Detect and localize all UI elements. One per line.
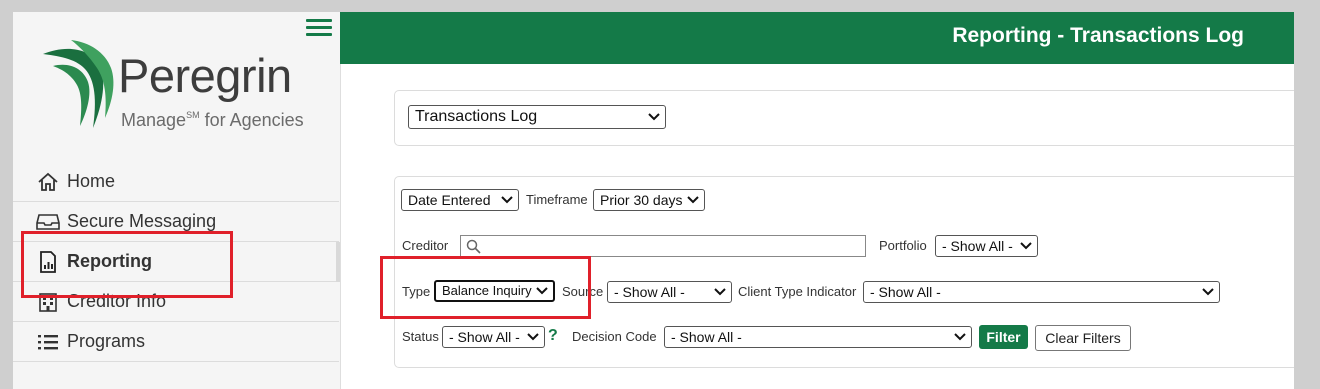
filters-panel: Date Entered Timeframe Prior 30 days Cre…: [394, 176, 1294, 368]
client-type-indicator-select[interactable]: - Show All -: [863, 281, 1220, 303]
building-icon: [35, 291, 61, 313]
sidebar-item-creditor-info[interactable]: Creditor Info: [13, 282, 339, 322]
chevron-down-icon: [1202, 288, 1214, 296]
type-label: Type: [402, 284, 431, 299]
timeframe-select[interactable]: Prior 30 days: [593, 189, 705, 211]
chevron-down-icon: [536, 287, 548, 295]
source-select[interactable]: - Show All -: [607, 281, 732, 303]
brand-tagline: ManageSM for Agencies: [121, 110, 304, 130]
list-icon: [35, 331, 61, 353]
chevron-down-icon: [501, 196, 513, 204]
status-select[interactable]: - Show All -: [442, 326, 545, 348]
help-icon[interactable]: ?: [548, 327, 558, 345]
creditor-search-input[interactable]: [460, 235, 866, 257]
sidebar-item-reporting[interactable]: Reporting: [13, 242, 340, 282]
status-label: Status: [402, 329, 439, 344]
portfolio-label: Portfolio: [879, 238, 927, 253]
source-label: Source: [562, 284, 604, 299]
page-header: Reporting - Transactions Log: [340, 12, 1294, 64]
client-type-indicator-label: Client Type Indicator: [738, 284, 857, 299]
timeframe-label: Timeframe: [526, 192, 588, 207]
search-icon: [466, 239, 481, 254]
sidebar-item-label: Reporting: [67, 251, 152, 271]
sidebar-item-label: Home: [67, 171, 116, 191]
decision-code-label: Decision Code: [572, 329, 657, 344]
chevron-down-icon: [1020, 242, 1032, 250]
chevron-down-icon: [648, 113, 660, 121]
sidebar-item-label: Creditor Info: [67, 291, 167, 311]
clear-filters-button[interactable]: Clear Filters: [1035, 325, 1131, 351]
chevron-down-icon: [687, 196, 699, 204]
app-window: Peregrin ManageSM for Agencies Home Secu…: [13, 12, 1294, 389]
report-icon: [35, 250, 61, 273]
sidebar-item-programs[interactable]: Programs: [13, 322, 339, 362]
creditor-label: Creditor: [402, 238, 449, 253]
hamburger-menu-icon[interactable]: [306, 19, 332, 39]
sidebar: Peregrin ManageSM for Agencies Home Secu…: [13, 12, 341, 389]
sidebar-item-label: Programs: [67, 331, 146, 351]
decision-code-select[interactable]: - Show All -: [664, 326, 972, 348]
chevron-down-icon: [954, 333, 966, 341]
portfolio-select[interactable]: - Show All -: [935, 235, 1038, 257]
home-icon: [35, 171, 61, 193]
sidebar-item-home[interactable]: Home: [13, 162, 339, 202]
report-select-panel: Transactions Log: [394, 90, 1294, 146]
peregrin-logo: Peregrin ManageSM for Agencies: [37, 38, 327, 138]
sidebar-item-secure-messaging[interactable]: Secure Messaging: [13, 202, 339, 242]
report-type-select[interactable]: Transactions Log: [408, 105, 666, 129]
date-field-select[interactable]: Date Entered: [401, 189, 519, 211]
chevron-down-icon: [714, 288, 726, 296]
filter-button[interactable]: Filter: [979, 325, 1028, 349]
sidebar-nav: Home Secure Messaging Reporting Creditor…: [13, 162, 340, 362]
page-title: Reporting - Transactions Log: [952, 24, 1244, 47]
brand-name: Peregrin: [118, 49, 292, 102]
chevron-down-icon: [527, 333, 539, 341]
type-select[interactable]: Balance Inquiry: [434, 280, 555, 302]
sidebar-item-label: Secure Messaging: [67, 211, 217, 231]
inbox-icon: [35, 211, 61, 233]
peregrin-swoosh-icon: [43, 40, 114, 128]
